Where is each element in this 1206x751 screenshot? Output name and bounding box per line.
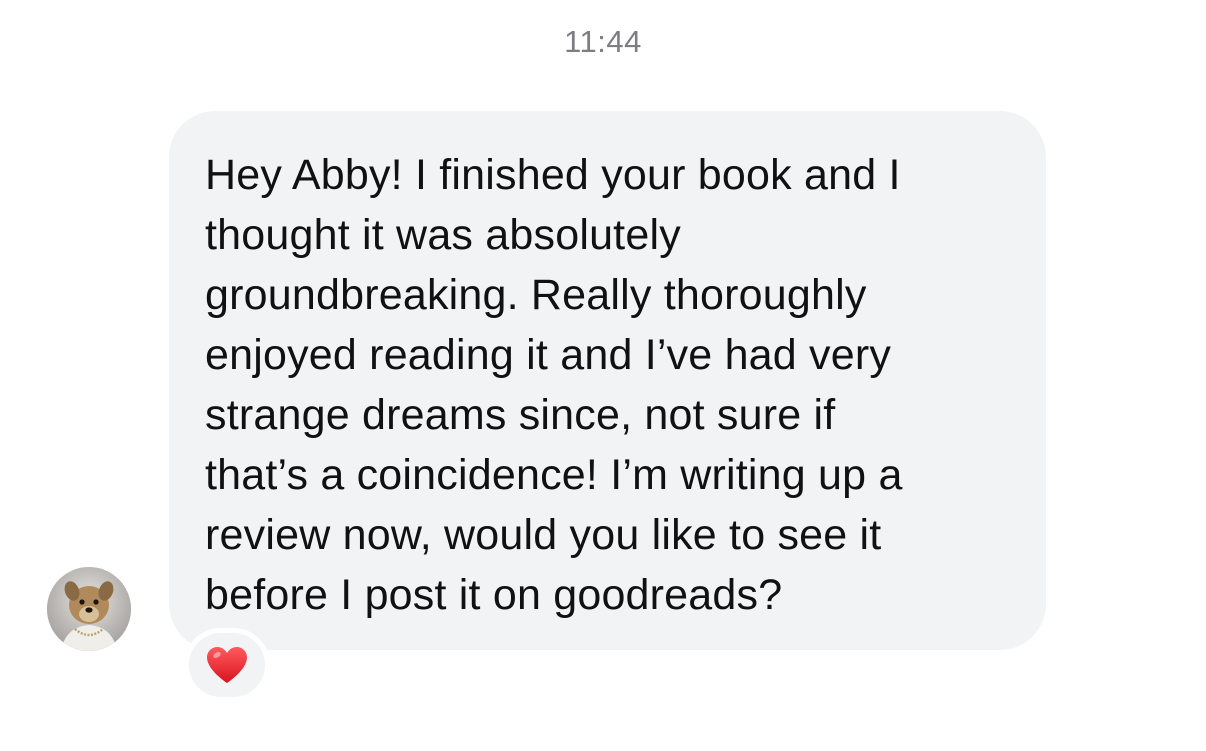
message-text: Hey Abby! I finished your book and I tho… bbox=[205, 151, 903, 619]
heart-icon bbox=[207, 647, 247, 683]
sender-avatar[interactable] bbox=[47, 567, 131, 651]
reaction-badge[interactable] bbox=[184, 628, 270, 702]
dog-avatar-icon bbox=[47, 567, 131, 651]
message-timestamp: 11:44 bbox=[564, 24, 642, 59]
message-bubble[interactable]: Hey Abby! I finished your book and I tho… bbox=[169, 111, 1046, 650]
